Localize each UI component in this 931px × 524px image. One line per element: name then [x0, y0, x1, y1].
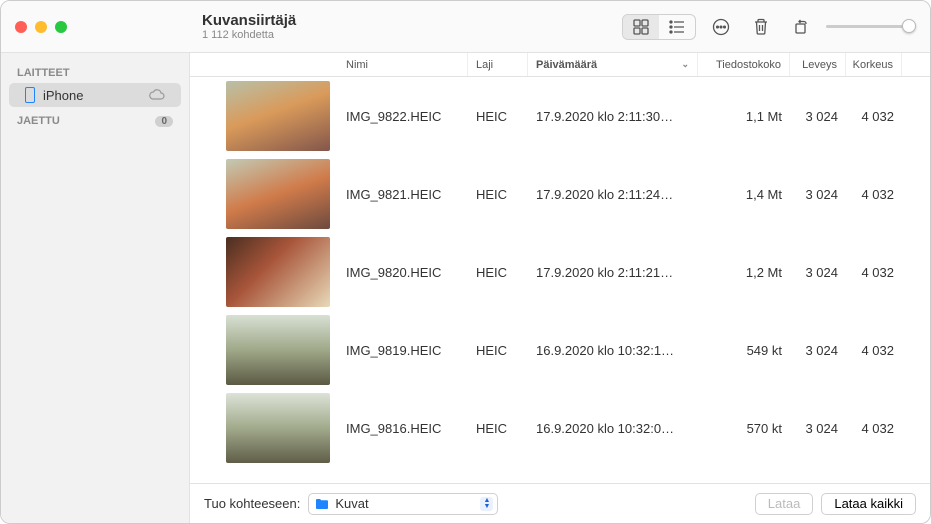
- file-size: 549 kt: [698, 343, 790, 358]
- thumbnail: [226, 393, 330, 463]
- title-area: Kuvansiirtäjä 1 112 kohdetta: [190, 12, 622, 41]
- toolbar: [622, 14, 930, 40]
- main-content: Nimi Laji Päivämäärä ⌄ Tiedostokoko Leve…: [190, 53, 930, 523]
- file-date: 16.9.2020 klo 10:32:0…: [528, 421, 698, 436]
- stepper-icon: ▲▼: [480, 497, 493, 511]
- rotate-button[interactable]: [786, 15, 816, 39]
- col-size[interactable]: Tiedostokoko: [698, 53, 790, 76]
- file-date: 16.9.2020 klo 10:32:1…: [528, 343, 698, 358]
- item-count: 1 112 kohdetta: [202, 29, 622, 41]
- file-height: 4 032: [846, 109, 902, 124]
- app-title: Kuvansiirtäjä: [202, 12, 622, 29]
- file-size: 1,2 Mt: [698, 265, 790, 280]
- more-options-button[interactable]: [706, 15, 736, 39]
- file-name: IMG_9819.HEIC: [338, 343, 468, 358]
- shared-count-badge: 0: [155, 116, 173, 127]
- column-headers: Nimi Laji Päivämäärä ⌄ Tiedostokoko Leve…: [190, 53, 930, 77]
- thumbnail-size-slider[interactable]: [826, 25, 916, 28]
- table-row[interactable]: IMG_9820.HEICHEIC17.9.2020 klo 2:11:21…1…: [190, 233, 930, 311]
- titlebar: Kuvansiirtäjä 1 112 kohdetta: [1, 1, 930, 53]
- file-type: HEIC: [468, 265, 528, 280]
- delete-button[interactable]: [746, 15, 776, 39]
- cloud-icon: [149, 89, 165, 101]
- minimize-window-button[interactable]: [35, 21, 47, 33]
- file-type: HEIC: [468, 187, 528, 202]
- thumbnail: [226, 237, 330, 307]
- file-size: 570 kt: [698, 421, 790, 436]
- sidebar-item-iphone[interactable]: iPhone: [9, 83, 181, 107]
- file-type: HEIC: [468, 421, 528, 436]
- file-width: 3 024: [790, 421, 846, 436]
- footer: Tuo kohteeseen: Kuvat ▲▼ Lataa Lataa kai…: [190, 483, 930, 523]
- import-to-label: Tuo kohteeseen:: [204, 496, 300, 511]
- table-row[interactable]: IMG_9819.HEICHEIC16.9.2020 klo 10:32:1…5…: [190, 311, 930, 389]
- thumbnail: [226, 159, 330, 229]
- download-button[interactable]: Lataa: [755, 493, 814, 515]
- grid-view-button[interactable]: [623, 15, 659, 39]
- file-width: 3 024: [790, 265, 846, 280]
- file-rows: IMG_9822.HEICHEIC17.9.2020 klo 2:11:30…1…: [190, 77, 930, 483]
- file-name: IMG_9820.HEIC: [338, 265, 468, 280]
- table-row[interactable]: IMG_9821.HEICHEIC17.9.2020 klo 2:11:24…1…: [190, 155, 930, 233]
- col-date[interactable]: Päivämäärä ⌄: [528, 53, 698, 76]
- body: LAITTEET iPhone JAETTU 0 Nimi Laji Päivä…: [1, 53, 930, 523]
- file-name: IMG_9821.HEIC: [338, 187, 468, 202]
- device-label: iPhone: [43, 88, 83, 103]
- file-type: HEIC: [468, 109, 528, 124]
- folder-icon: [315, 498, 329, 510]
- list-view-button[interactable]: [659, 15, 695, 39]
- file-height: 4 032: [846, 265, 902, 280]
- file-height: 4 032: [846, 343, 902, 358]
- table-row[interactable]: IMG_9816.HEICHEIC16.9.2020 klo 10:32:0…5…: [190, 389, 930, 467]
- close-window-button[interactable]: [15, 21, 27, 33]
- thumbnail: [226, 315, 330, 385]
- zoom-window-button[interactable]: [55, 21, 67, 33]
- col-width[interactable]: Leveys: [790, 53, 846, 76]
- file-type: HEIC: [468, 343, 528, 358]
- col-name[interactable]: Nimi: [338, 53, 468, 76]
- destination-label: Kuvat: [335, 496, 368, 511]
- file-name: IMG_9822.HEIC: [338, 109, 468, 124]
- file-date: 17.9.2020 klo 2:11:30…: [528, 109, 698, 124]
- file-width: 3 024: [790, 343, 846, 358]
- file-size: 1,1 Mt: [698, 109, 790, 124]
- file-size: 1,4 Mt: [698, 187, 790, 202]
- file-name: IMG_9816.HEIC: [338, 421, 468, 436]
- download-all-button[interactable]: Lataa kaikki: [821, 493, 916, 515]
- file-height: 4 032: [846, 187, 902, 202]
- table-row[interactable]: IMG_9822.HEICHEIC17.9.2020 klo 2:11:30…1…: [190, 77, 930, 155]
- thumbnail: [226, 81, 330, 151]
- sidebar-heading-devices: LAITTEET: [1, 61, 189, 81]
- sidebar: LAITTEET iPhone JAETTU 0: [1, 53, 190, 523]
- file-height: 4 032: [846, 421, 902, 436]
- phone-icon: [25, 87, 35, 103]
- file-date: 17.9.2020 klo 2:11:24…: [528, 187, 698, 202]
- window-controls: [1, 21, 190, 33]
- file-width: 3 024: [790, 109, 846, 124]
- chevron-down-icon: ⌄: [681, 59, 689, 70]
- file-date: 17.9.2020 klo 2:11:21…: [528, 265, 698, 280]
- destination-popup[interactable]: Kuvat ▲▼: [308, 493, 498, 515]
- view-switcher: [622, 14, 696, 40]
- sidebar-heading-shared: JAETTU 0: [1, 109, 189, 129]
- col-height[interactable]: Korkeus: [846, 53, 902, 76]
- file-width: 3 024: [790, 187, 846, 202]
- app-window: Kuvansiirtäjä 1 112 kohdetta: [0, 0, 931, 524]
- col-type[interactable]: Laji: [468, 53, 528, 76]
